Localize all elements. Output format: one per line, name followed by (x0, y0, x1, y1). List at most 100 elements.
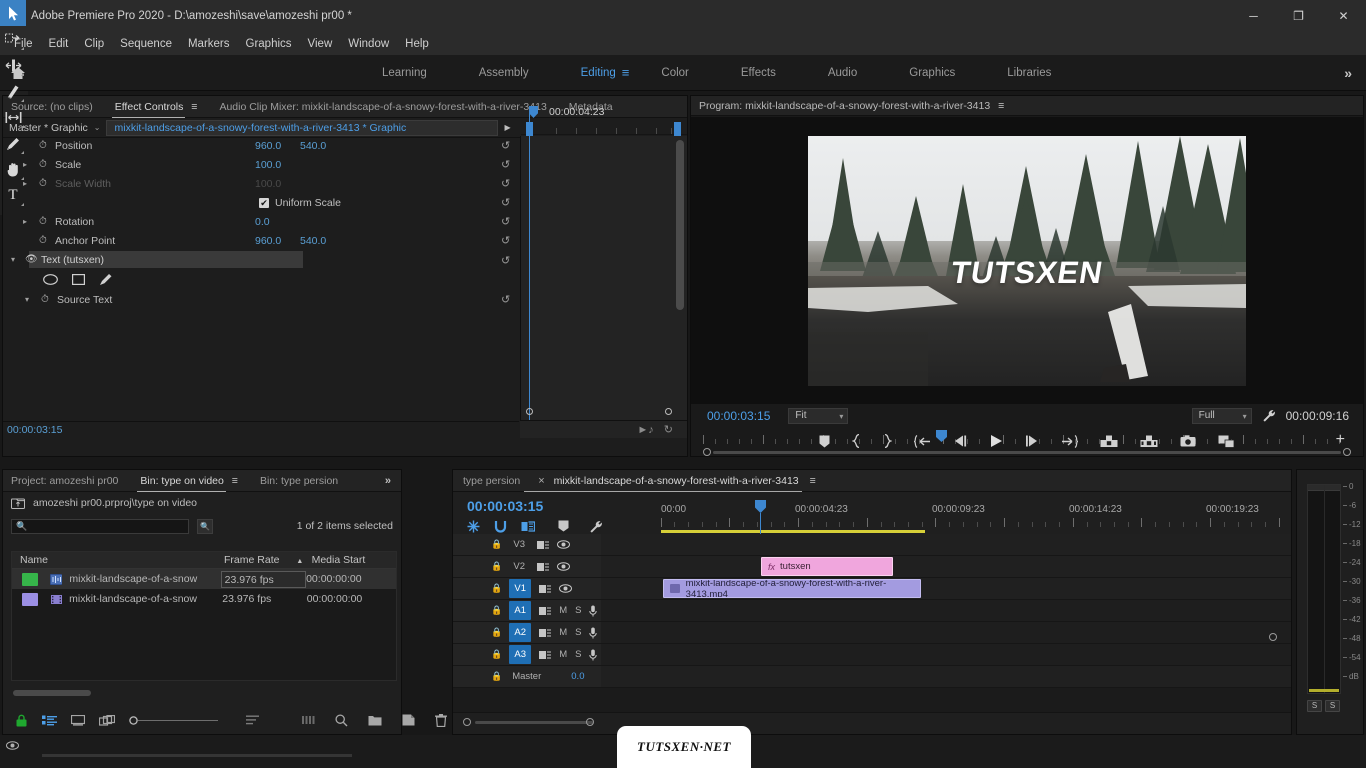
add-marker-icon[interactable] (819, 435, 830, 448)
track-header-master[interactable]: 🔒 Master 0.0 (453, 666, 619, 687)
track-header-v2[interactable]: 🔒 V2 (453, 556, 601, 577)
reset-icon[interactable]: ↺ (501, 215, 510, 228)
icon-view-icon[interactable] (71, 714, 85, 726)
master-volume-value[interactable]: 0.0 (571, 671, 584, 682)
text-layer-row[interactable]: ▾ 👁 Text (tutsxen) ↺ (3, 251, 519, 268)
zoom-left-handle[interactable] (526, 408, 533, 415)
table-row[interactable]: mixkit-landscape-of-a-snow 23.976 fps 00… (12, 589, 396, 609)
track-a2[interactable]: 🔒 A2 M S (453, 622, 1291, 644)
param-anchor-point-x[interactable]: 960.0 (255, 235, 281, 247)
play-icon[interactable] (989, 434, 1003, 448)
track-body-a2[interactable] (601, 622, 1291, 643)
solo-button-left[interactable]: S (1307, 700, 1322, 712)
parent-bin-icon[interactable] (11, 497, 25, 509)
lock-icon[interactable]: 🔒 (491, 649, 502, 660)
timeline-settings-icon[interactable] (589, 520, 603, 534)
track-a1[interactable]: 🔒 A1 M S (453, 600, 1291, 622)
snap-icon[interactable] (494, 520, 507, 533)
param-source-text[interactable]: ▾ ⏱ Source Text ↺ (3, 290, 519, 309)
timeline-vertical-scroll-handle[interactable] (1269, 633, 1277, 641)
tab-audio-clip-mixer[interactable]: Audio Clip Mixer: mixkit-landscape-of-a-… (219, 101, 546, 113)
uniform-scale-checkbox[interactable]: ✔ (259, 197, 269, 208)
param-position[interactable]: ⏱ Position 960.0 540.0 ↺ (3, 136, 519, 155)
row-frame-rate[interactable]: 23.976 fps (220, 570, 307, 588)
chevron-down-icon[interactable]: ▾ (1243, 410, 1247, 424)
track-master[interactable]: 🔒 Master 0.0 (453, 666, 1291, 688)
eye-icon[interactable] (6, 741, 19, 750)
solo-button-a1[interactable]: S (575, 605, 581, 616)
linked-selection-icon[interactable] (521, 520, 535, 533)
sync-lock-icon[interactable] (539, 628, 552, 638)
zoom-slider-track[interactable] (138, 719, 218, 721)
tab-effect-controls[interactable]: Effect Controls ≡ (111, 101, 197, 118)
pen-icon[interactable] (99, 273, 113, 286)
stopwatch-icon[interactable]: ⏱ (41, 294, 49, 305)
mute-button-a1[interactable]: M (559, 605, 567, 616)
timeline-work-area-bar[interactable] (661, 530, 925, 533)
zoom-level-select[interactable]: Fit ▾ (788, 408, 849, 424)
reset-icon[interactable]: ↺ (501, 293, 510, 306)
sync-lock-icon[interactable] (537, 562, 550, 572)
menu-window[interactable]: Window (340, 35, 397, 53)
search-input[interactable]: 🔍 (11, 518, 189, 534)
track-header-a3[interactable]: 🔒 A3 M S (453, 644, 601, 665)
clip-video-mixkit[interactable]: mixkit-landscape-of-a-snowy-forest-with-… (663, 579, 921, 598)
mark-out-icon[interactable] (883, 434, 892, 448)
reset-icon[interactable]: ↺ (501, 196, 510, 209)
reset-icon[interactable]: ↺ (501, 254, 510, 267)
track-header-v1[interactable]: 🔒 V1 (453, 578, 601, 599)
chevron-down-icon[interactable]: ▾ (839, 410, 843, 424)
type-tool[interactable]: T (0, 182, 26, 208)
tab-color[interactable]: Color (635, 55, 714, 91)
lock-icon[interactable]: 🔒 (491, 627, 502, 638)
reset-icon[interactable]: ↺ (501, 177, 510, 190)
menu-sequence[interactable]: Sequence (112, 35, 180, 53)
playback-resolution-select[interactable]: Full ▾ (1191, 408, 1252, 424)
chevron-right-icon[interactable]: ▸ (23, 217, 27, 226)
program-monitor-stage[interactable]: TUTSXEN (691, 117, 1363, 404)
track-header-v3[interactable]: 🔒 V3 (453, 534, 601, 555)
eye-icon[interactable]: 👁 (25, 254, 38, 265)
mute-button-a3[interactable]: M (559, 649, 567, 660)
table-row[interactable]: mixkit-landscape-of-a-snow 23.976 fps 00… (12, 569, 396, 589)
sync-lock-icon[interactable] (537, 540, 550, 550)
go-to-out-icon[interactable] (1061, 434, 1078, 448)
freeform-view-icon[interactable] (99, 714, 115, 726)
timeline-current-timecode[interactable]: 00:00:03:15 (467, 498, 543, 514)
loop-icon[interactable]: ↻ (664, 423, 673, 436)
lock-icon[interactable] (15, 714, 28, 727)
effect-controls-ruler[interactable] (521, 122, 687, 135)
track-body-a1[interactable] (601, 600, 1291, 621)
zoom-right-handle[interactable] (665, 408, 672, 415)
tab-bin-type-on-video[interactable]: Bin: type on video ≡ (137, 475, 238, 492)
hand-tool[interactable] (0, 156, 26, 182)
lock-icon[interactable]: 🔒 (491, 671, 502, 682)
stopwatch-icon[interactable]: ⏱ (39, 159, 51, 170)
sort-icon[interactable] (246, 715, 260, 726)
column-header-media-start[interactable]: Media Start (304, 554, 396, 566)
track-header-a1[interactable]: 🔒 A1 M S (453, 600, 601, 621)
stopwatch-icon[interactable]: ⏱ (39, 216, 51, 227)
column-header-frame-rate[interactable]: Frame Rate ▲ (216, 554, 304, 566)
chevron-down-icon[interactable]: ▾ (25, 295, 29, 304)
tab-type-persion[interactable]: type persion (463, 475, 520, 487)
solo-button-a3[interactable]: S (575, 649, 581, 660)
mic-icon[interactable] (589, 649, 598, 661)
tab-bin-type-persion[interactable]: Bin: type persion (260, 475, 338, 487)
razor-tool[interactable] (0, 78, 26, 104)
track-v3[interactable]: 🔒 V3 (453, 534, 1291, 556)
workspace-overflow-icon[interactable]: » (1344, 65, 1352, 81)
timeline-zoom-right-handle[interactable] (586, 718, 594, 726)
mute-button-a2[interactable]: M (559, 627, 567, 638)
sync-lock-icon[interactable] (539, 606, 552, 616)
panel-menu-icon[interactable]: ≡ (810, 475, 816, 487)
param-position-x[interactable]: 960.0 (255, 140, 281, 152)
track-select-forward-tool[interactable] (0, 26, 26, 52)
track-label-a2[interactable]: A2 (509, 623, 532, 642)
project-overflow-icon[interactable]: » (385, 475, 391, 487)
zoom-slider[interactable] (129, 715, 218, 725)
reset-icon[interactable]: ↺ (501, 139, 510, 152)
project-horizontal-scrollbar[interactable] (13, 690, 91, 696)
tab-project[interactable]: Project: amozeshi pr00 (11, 475, 118, 487)
program-current-timecode[interactable]: 00:00:03:15 (707, 409, 770, 423)
